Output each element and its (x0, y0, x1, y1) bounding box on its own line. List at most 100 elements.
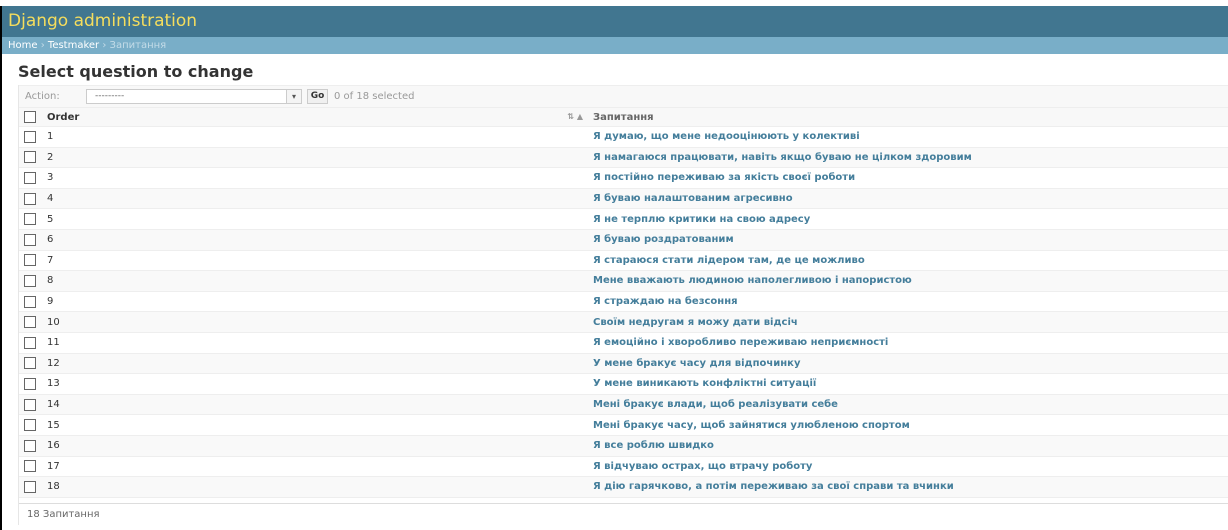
question-link[interactable]: Я намагаюся працювати, навіть якщо буваю… (593, 152, 972, 163)
question-cell: Мені бракує влади, щоб реалізувати себе (587, 394, 1228, 416)
page-title: Select question to change (18, 62, 254, 81)
question-cell: Своїм недругам я можу дати відсіч (587, 311, 1228, 333)
table-row: 4 Я буваю налаштованим агресивно (19, 188, 1228, 210)
table-row: 7 Я стараюся стати лідером там, де це мож… (19, 250, 1228, 272)
selection-count: 0 of 18 selected (334, 91, 415, 102)
paginator: 18 Запитання (19, 503, 1228, 525)
row-select-cell (19, 435, 43, 457)
question-link[interactable]: Я постійно переживаю за якість своєї роб… (593, 172, 855, 183)
row-select-cell (19, 250, 43, 272)
question-cell: Я буваю роздратованим (587, 229, 1228, 251)
site-brand-link[interactable]: Django administration (8, 11, 197, 31)
question-link[interactable]: Я буваю роздратованим (593, 234, 734, 245)
question-link[interactable]: Я страждаю на безсоння (593, 296, 738, 307)
column-header-order[interactable]: Order ⇅ ▲ (43, 108, 587, 127)
table-row: 2 Я намагаюся працювати, навіть якщо бува… (19, 147, 1228, 169)
question-link[interactable]: Я стараюся стати лідером там, де це можл… (593, 255, 865, 266)
question-link[interactable]: Мені бракує часу, щоб зайнятися улюблено… (593, 420, 910, 431)
row-checkbox[interactable] (24, 336, 36, 349)
row-checkbox[interactable] (24, 419, 36, 432)
row-select-cell (19, 353, 43, 375)
order-cell: 6 (43, 229, 587, 251)
action-select-value: --------- (95, 91, 125, 101)
table-row: 6 Я буваю роздратованим (19, 229, 1228, 251)
row-select-cell (19, 394, 43, 416)
row-checkbox[interactable] (24, 439, 36, 452)
question-link[interactable]: Мені бракує влади, щоб реалізувати себе (593, 399, 838, 410)
table-row: 1 Я думаю, що мене недооцінюють у колекти… (19, 126, 1228, 148)
row-checkbox[interactable] (24, 151, 36, 164)
row-select-cell (19, 147, 43, 169)
table-row: 10 Своїм недругам я можу дати відсіч (19, 311, 1228, 333)
row-select-cell (19, 373, 43, 395)
question-cell: Я дію гарячково, а потім переживаю за св… (587, 476, 1228, 498)
row-checkbox[interactable] (24, 233, 36, 246)
sort-icon[interactable]: ⇅ ▲ (567, 112, 583, 121)
question-link[interactable]: Я все роблю швидко (593, 440, 714, 451)
row-checkbox[interactable] (24, 398, 36, 411)
row-checkbox[interactable] (24, 274, 36, 287)
row-select-cell (19, 414, 43, 436)
question-link[interactable]: Своїм недругам я можу дати відсіч (593, 317, 798, 328)
row-checkbox[interactable] (24, 295, 36, 308)
question-cell: Я емоційно і хворобливо переживаю неприє… (587, 332, 1228, 354)
question-link[interactable]: Я буваю налаштованим агресивно (593, 193, 793, 204)
order-cell: 5 (43, 208, 587, 230)
row-checkbox[interactable] (24, 213, 36, 226)
chevron-down-icon[interactable]: ▾ (286, 90, 301, 103)
row-select-cell (19, 456, 43, 478)
row-checkbox[interactable] (24, 192, 36, 205)
breadcrumb-app-link[interactable]: Testmaker (48, 40, 99, 51)
order-cell: 8 (43, 270, 587, 292)
select-all-checkbox[interactable] (24, 111, 36, 123)
row-checkbox[interactable] (24, 254, 36, 267)
admin-header: Django administration (2, 6, 1228, 37)
column-header-question[interactable]: Запитання (587, 108, 1228, 127)
breadcrumb: Home › Testmaker › Запитання (2, 37, 1228, 54)
question-link[interactable]: Я думаю, що мене недооцінюють у колектив… (593, 131, 860, 142)
order-cell: 13 (43, 373, 587, 395)
question-link[interactable]: Я відчуваю острах, що втрачу роботу (593, 461, 812, 472)
question-link[interactable]: У мене бракує часу для відпочинку (593, 358, 800, 369)
table-row: 5 Я не терплю критики на свою адресу (19, 208, 1228, 230)
breadcrumb-separator: › (40, 40, 45, 51)
question-link[interactable]: Я емоційно і хворобливо переживаю неприє… (593, 337, 888, 348)
order-cell: 12 (43, 353, 587, 375)
question-link[interactable]: Я дію гарячково, а потім переживаю за св… (593, 481, 954, 492)
question-cell: Я все роблю швидко (587, 435, 1228, 457)
row-select-cell (19, 126, 43, 148)
question-link[interactable]: Я не терплю критики на свою адресу (593, 214, 810, 225)
row-checkbox[interactable] (24, 357, 36, 370)
question-cell: Я стараюся стати лідером там, де це можл… (587, 250, 1228, 272)
row-checkbox[interactable] (24, 316, 36, 329)
order-cell: 10 (43, 311, 587, 333)
order-cell: 17 (43, 456, 587, 478)
question-link[interactable]: Мене вважають людиною наполегливою і нап… (593, 275, 912, 286)
breadcrumb-current: Запитання (109, 40, 167, 51)
row-select-cell (19, 476, 43, 498)
order-cell: 18 (43, 476, 587, 498)
row-checkbox[interactable] (24, 171, 36, 184)
action-select[interactable]: --------- ▾ (86, 89, 302, 104)
question-cell: Я відчуваю острах, що втрачу роботу (587, 456, 1228, 478)
table-row: 11 Я емоційно і хворобливо переживаю непр… (19, 332, 1228, 354)
order-cell: 2 (43, 147, 587, 169)
table-row: 17 Я відчуваю острах, що втрачу роботу (19, 456, 1228, 478)
row-checkbox[interactable] (24, 480, 36, 493)
breadcrumb-home-link[interactable]: Home (8, 40, 38, 51)
results-table: Order ⇅ ▲ Запитання 1 Я думаю, що мене не… (19, 108, 1228, 498)
question-cell: У мене бракує часу для відпочинку (587, 353, 1228, 375)
order-cell: 14 (43, 394, 587, 416)
order-cell: 7 (43, 250, 587, 272)
row-checkbox[interactable] (24, 130, 36, 143)
table-row: 9 Я страждаю на безсоння (19, 291, 1228, 313)
row-checkbox[interactable] (24, 460, 36, 473)
order-cell: 15 (43, 414, 587, 436)
order-cell: 11 (43, 332, 587, 354)
row-select-cell (19, 332, 43, 354)
question-cell: У мене виникають конфліктні ситуації (587, 373, 1228, 395)
table-row: 15 Мені бракує часу, щоб зайнятися улюбле… (19, 414, 1228, 436)
go-button[interactable]: Go (307, 89, 328, 104)
row-checkbox[interactable] (24, 377, 36, 390)
question-link[interactable]: У мене виникають конфліктні ситуації (593, 378, 816, 389)
